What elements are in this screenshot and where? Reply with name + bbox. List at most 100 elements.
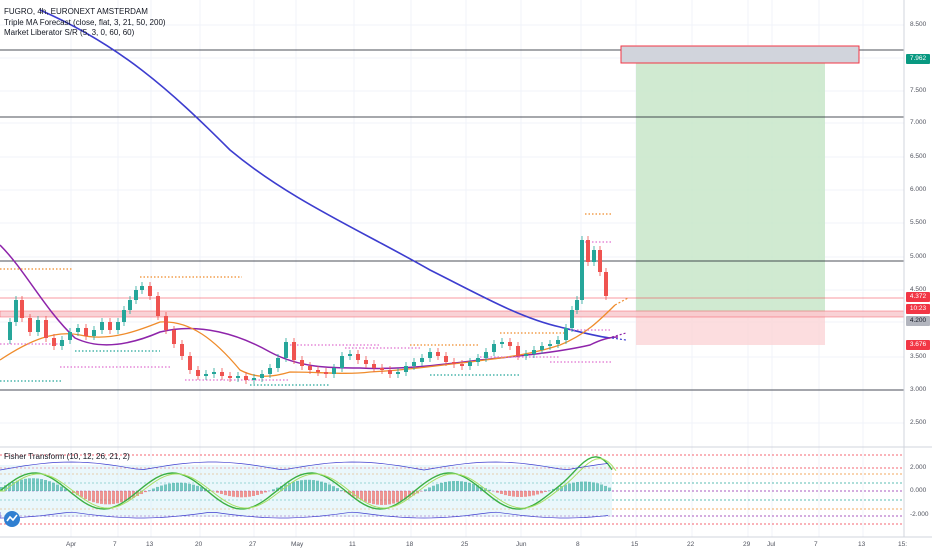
price-axis-label: 5.500	[910, 219, 927, 226]
chart-canvas[interactable]	[0, 0, 932, 550]
osc-histogram-bar	[240, 491, 243, 498]
price-tag: 7.962	[906, 54, 930, 64]
osc-histogram-bar	[468, 482, 471, 491]
osc-histogram-bar	[440, 482, 443, 491]
candle-body	[20, 300, 24, 318]
price-axis-label: 6.000	[910, 186, 927, 193]
osc-histogram-bar	[244, 491, 247, 498]
osc-histogram-bar	[496, 491, 499, 493]
osc-histogram-bar	[32, 478, 35, 491]
osc-histogram-bar	[44, 479, 47, 491]
osc-histogram-bar	[216, 491, 219, 493]
osc-histogram-bar	[40, 479, 43, 491]
osc-histogram-bar	[184, 483, 187, 491]
indicator-triple-ma[interactable]: Triple MA Forecast (close, flat, 3, 21, …	[4, 18, 166, 28]
indicator-fisher-transform[interactable]: Fisher Transform (10, 12, 26, 21, 2)	[4, 452, 130, 462]
target-box	[620, 45, 860, 64]
candle-body	[284, 342, 288, 358]
candle-body	[76, 328, 80, 332]
osc-histogram-bar	[444, 481, 447, 491]
osc-histogram-bar	[508, 491, 511, 496]
candle-body	[52, 338, 56, 346]
osc-histogram-bar	[336, 488, 339, 491]
osc-histogram-bar	[532, 491, 535, 496]
time-axis-label: 15	[631, 541, 639, 548]
osc-histogram-bar	[104, 491, 107, 505]
osc-histogram-bar	[400, 491, 403, 501]
candle-body	[148, 286, 152, 296]
osc-histogram-bar	[328, 484, 331, 491]
price-axis-label: 2.500	[910, 419, 927, 426]
osc-histogram-bar	[152, 488, 155, 491]
time-axis-label: 7	[113, 541, 117, 548]
candle-body	[516, 346, 520, 356]
candle-body	[444, 356, 448, 362]
osc-histogram-bar	[292, 481, 295, 491]
candle-body	[380, 368, 384, 370]
candles	[8, 236, 608, 384]
candle-body	[268, 368, 272, 374]
time-axis-label: 25	[461, 541, 469, 548]
candle-body	[332, 368, 336, 374]
tradingview-logo-icon[interactable]	[4, 511, 20, 527]
osc-histogram-bar	[300, 480, 303, 491]
candle-body	[356, 354, 360, 360]
candle-body	[92, 330, 96, 336]
candle-body	[580, 240, 584, 300]
osc-histogram-bar	[164, 484, 167, 491]
time-axis-label: 13	[858, 541, 866, 548]
candle-body	[228, 376, 232, 378]
candle-body	[300, 360, 304, 366]
osc-histogram-bar	[572, 482, 575, 491]
candle-body	[84, 328, 88, 336]
candle-body	[212, 372, 216, 374]
osc-histogram-bar	[248, 491, 251, 497]
candle-body	[172, 330, 176, 344]
osc-histogram-bar	[252, 491, 255, 497]
time-axis-label: 29	[743, 541, 751, 548]
resistance-box	[0, 310, 905, 318]
chart-title: FUGRO, 4h, EURONEXT AMSTERDAM	[4, 7, 148, 16]
osc-histogram-bar	[264, 491, 267, 493]
time-axis-label: May	[291, 541, 304, 548]
candle-body	[532, 350, 536, 354]
candle-body	[404, 366, 408, 372]
osc-histogram-bar	[232, 491, 235, 497]
candle-body	[436, 352, 440, 356]
osc-histogram-bar	[92, 491, 95, 503]
candle-body	[372, 364, 376, 368]
osc-histogram-bar	[364, 491, 367, 502]
price-tag: 3.676	[906, 340, 930, 350]
osc-histogram-bar	[48, 481, 51, 491]
osc-histogram-bar	[596, 483, 599, 491]
indicator-market-liberator[interactable]: Market Liberator S/R (5, 3, 0, 60, 60)	[4, 28, 134, 38]
osc-histogram-bar	[568, 483, 571, 491]
time-axis-label: 18	[406, 541, 414, 548]
osc-histogram-bar	[520, 491, 523, 497]
osc-histogram-bar	[548, 490, 551, 491]
osc-histogram-bar	[52, 482, 55, 491]
candle-body	[180, 344, 184, 356]
candle-body	[128, 300, 132, 310]
candle-body	[492, 344, 496, 352]
osc-histogram-bar	[340, 490, 343, 491]
candle-body	[316, 370, 320, 372]
time-axis-label: 20	[195, 541, 203, 548]
osc-histogram-bar	[536, 491, 539, 495]
osc-histogram-bar	[576, 481, 579, 491]
osc-histogram-bar	[584, 481, 587, 491]
osc-histogram-bar	[516, 491, 519, 497]
osc-axis-label: 0.000	[910, 487, 927, 494]
osc-histogram-bar	[116, 491, 119, 504]
osc-histogram-bar	[88, 491, 91, 501]
candle-body	[476, 358, 480, 362]
time-axis-label: 11	[349, 541, 356, 548]
price-axis-label: 8.500	[910, 21, 927, 28]
osc-histogram-bar	[192, 484, 195, 491]
candle-body	[460, 364, 464, 366]
candle-body	[412, 362, 416, 366]
ma50-line	[0, 244, 619, 370]
osc-histogram-bar	[448, 481, 451, 491]
osc-histogram-bar	[56, 484, 59, 491]
osc-histogram-bar	[320, 481, 323, 491]
